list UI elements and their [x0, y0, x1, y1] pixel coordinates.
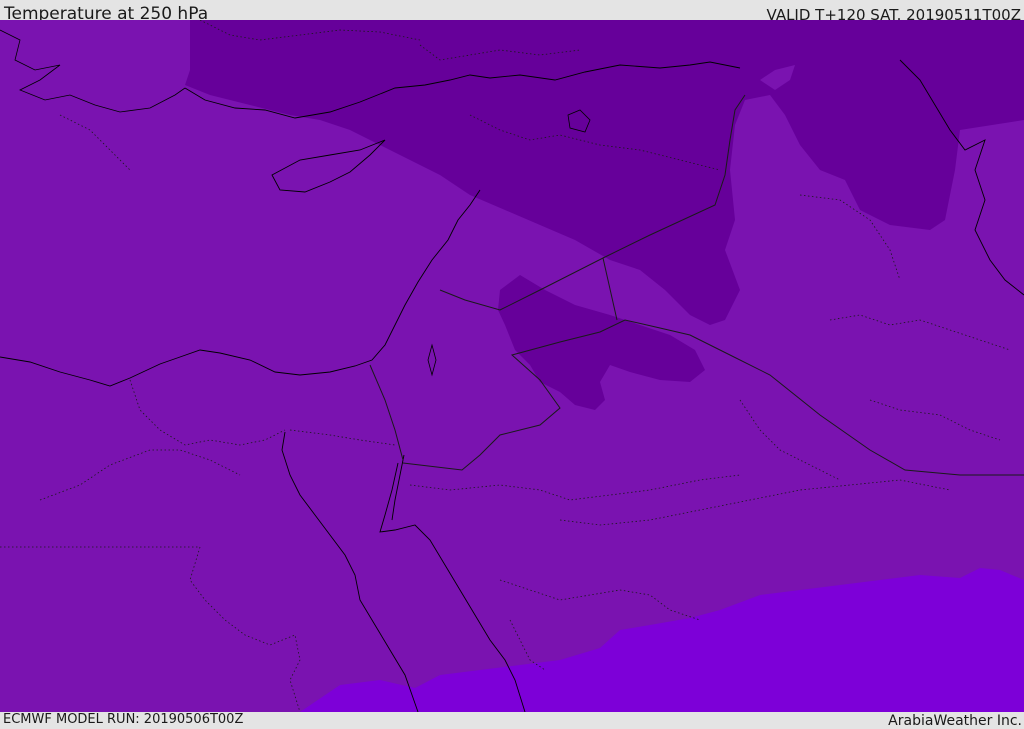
- map-frame: Temperature at 250 hPa VALID T+120 SAT. …: [0, 0, 1024, 729]
- temperature-map: [0, 20, 1024, 712]
- model-run-label: ECMWF MODEL RUN: 20190506T00Z: [3, 712, 244, 727]
- credit-label: ArabiaWeather Inc.: [888, 713, 1022, 729]
